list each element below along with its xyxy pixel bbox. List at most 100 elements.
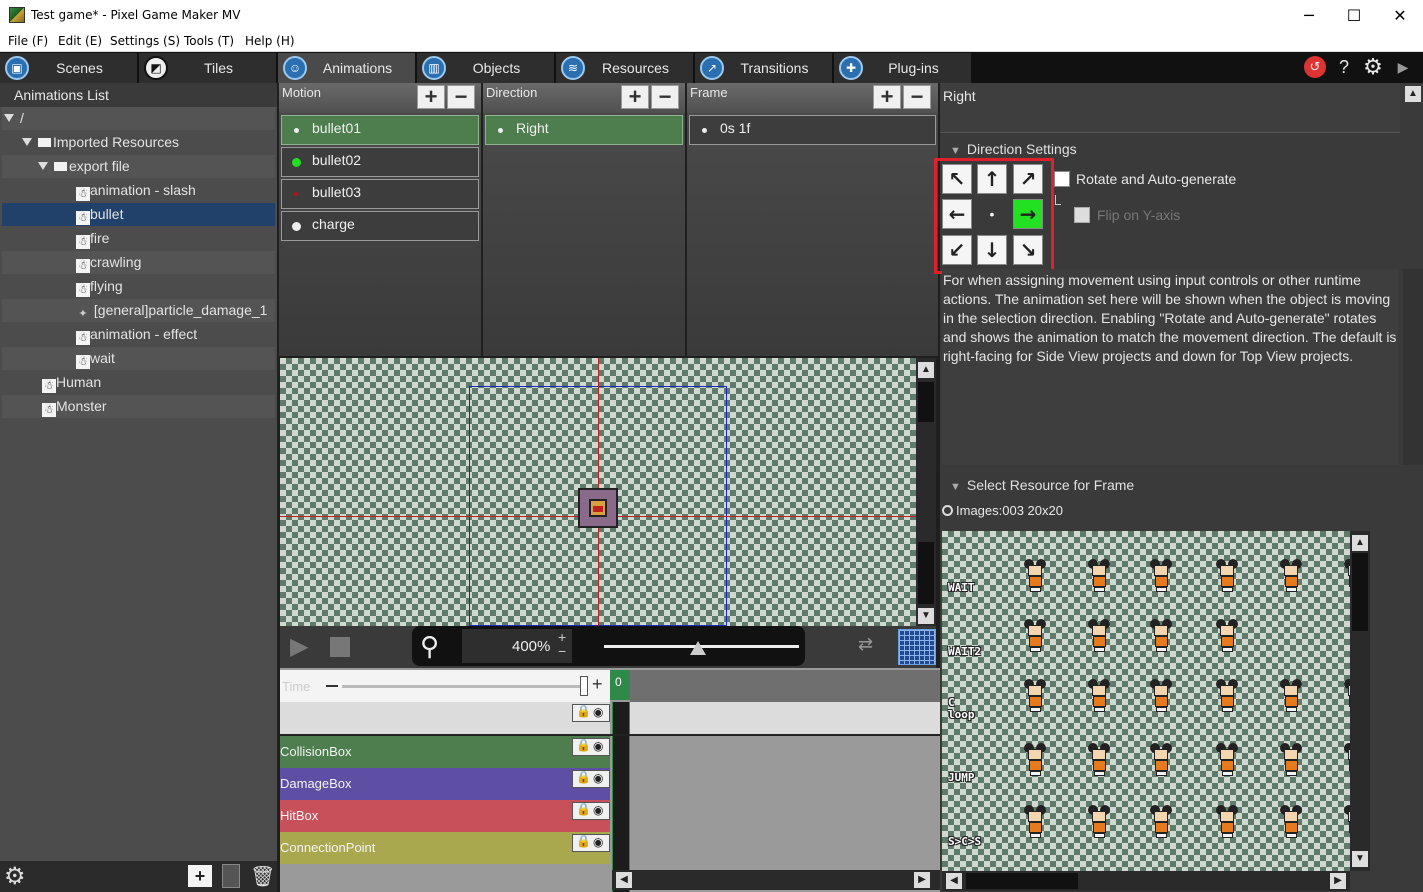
sprite-cell[interactable] [1086, 559, 1112, 593]
time-slider-track[interactable] [342, 685, 584, 688]
direction-down-right-icon[interactable]: ↘ [1013, 235, 1043, 265]
sprite-cell[interactable] [1214, 743, 1240, 777]
sprite-cell[interactable] [1022, 619, 1048, 653]
eye-icon[interactable]: ◉ [593, 739, 603, 753]
lock-icon[interactable]: 🔒 [576, 802, 591, 816]
onion-skin-icon[interactable]: ⇄ [858, 634, 892, 660]
sprite-cell[interactable] [1342, 679, 1350, 713]
scroll-down-icon[interactable]: ▼ [1352, 851, 1368, 867]
rotate-autogenerate-checkbox[interactable] [1054, 171, 1070, 187]
scroll-thumb[interactable] [966, 873, 1078, 889]
time-slider-thumb[interactable] [580, 676, 588, 696]
sprite-cell[interactable] [1086, 805, 1112, 839]
motion-item[interactable]: bullet03 [281, 179, 479, 209]
select-resource-title[interactable]: ▼ Select Resource for Frame [950, 477, 1134, 493]
frame-index-marker[interactable]: 0 [610, 670, 630, 700]
remove-frame-button[interactable]: − [903, 85, 931, 109]
sprite-cell[interactable] [1214, 805, 1240, 839]
eye-icon[interactable]: ◉ [593, 835, 603, 849]
track-hitbox[interactable]: HitBox 🔒 ◉ [280, 800, 610, 832]
lock-icon[interactable]: 🔒 [576, 770, 591, 784]
add-frame-button[interactable]: + [873, 85, 901, 109]
zoom-magnifier-icon[interactable]: ⚲ [420, 631, 439, 661]
trash-icon[interactable]: 🗑 [250, 864, 275, 888]
eye-icon[interactable]: ◉ [593, 803, 603, 817]
menu-help[interactable]: Help (H) [245, 34, 295, 48]
sprite-cell[interactable] [1086, 619, 1112, 653]
tab-objects[interactable]: ▥ Objects [417, 53, 556, 83]
tab-scenes[interactable]: ▣ Scenes [0, 53, 139, 83]
grid-toggle-icon[interactable] [898, 629, 936, 665]
sprite-cell[interactable] [1022, 743, 1048, 777]
sprite-cell[interactable] [1278, 559, 1304, 593]
motion-item[interactable]: charge [281, 211, 479, 241]
tab-tiles[interactable]: ◩ Tiles [139, 53, 278, 83]
play-test-icon[interactable]: ▶ [1392, 56, 1414, 78]
tree-root[interactable]: / [2, 107, 275, 130]
direction-down-icon[interactable]: ↓ [977, 235, 1007, 265]
add-direction-button[interactable]: + [621, 85, 649, 109]
sprite-cell[interactable] [1278, 743, 1304, 777]
sprite-cell[interactable] [1278, 679, 1304, 713]
direction-up-right-icon[interactable]: ↗ [1013, 164, 1043, 194]
remove-motion-button[interactable]: − [447, 85, 475, 109]
tree-item[interactable]: ☃ animation - effect [2, 323, 275, 346]
scroll-up-icon[interactable]: ▲ [1405, 86, 1421, 102]
direction-left-icon[interactable]: ← [942, 199, 972, 229]
lock-eye-toggle[interactable]: 🔒 ◉ [572, 770, 610, 788]
time-minus-icon[interactable] [326, 685, 338, 687]
zoom-out-icon[interactable]: − [558, 643, 566, 659]
undo-icon[interactable]: ↺ [1304, 56, 1326, 78]
sprite-cell[interactable] [1022, 679, 1048, 713]
tree-item-human[interactable]: ☃ Human [2, 371, 275, 394]
direction-up-left-icon[interactable]: ↖ [942, 164, 972, 194]
direction-down-left-icon[interactable]: ↙ [942, 235, 972, 265]
scroll-down-icon[interactable]: ▼ [918, 608, 934, 624]
sprite-cell[interactable] [1214, 619, 1240, 653]
sprite-cell[interactable] [1148, 743, 1174, 777]
direction-right-icon[interactable]: → [1013, 199, 1043, 229]
scroll-left-icon[interactable]: ◀ [616, 872, 632, 888]
lock-eye-toggle[interactable]: 🔒 ◉ [572, 834, 610, 852]
lock-icon[interactable]: 🔒 [576, 738, 591, 752]
sprite-cell[interactable] [1022, 559, 1048, 593]
direction-item[interactable]: Right [485, 115, 683, 145]
tree-item[interactable]: ☃ animation - slash [2, 179, 275, 202]
eye-icon[interactable]: ◉ [593, 705, 603, 719]
sprite-cell[interactable] [1148, 679, 1174, 713]
frame-item[interactable]: 0s 1f [689, 115, 936, 145]
scroll-left-icon[interactable]: ◀ [946, 873, 962, 889]
direction-up-icon[interactable]: ↑ [977, 164, 1007, 194]
scroll-thumb[interactable] [1352, 553, 1368, 631]
tree-folder-imported[interactable]: Imported Resources [2, 131, 275, 154]
flip-y-checkbox[interactable] [1074, 207, 1090, 223]
menu-edit[interactable]: Edit (E) [58, 34, 102, 48]
menu-file[interactable]: File (F) [8, 34, 48, 48]
sprite-cell[interactable] [1148, 805, 1174, 839]
motion-item[interactable]: bullet01 [281, 115, 479, 145]
sprite-cell[interactable] [1086, 743, 1112, 777]
track-connectionpoint[interactable]: ConnectionPoint 🔒 ◉ [280, 832, 610, 864]
add-file-icon[interactable] [222, 864, 240, 888]
collapse-icon[interactable]: ▼ [950, 481, 961, 493]
tab-plugins[interactable]: ✚ Plug-ins [834, 53, 973, 83]
lock-eye-toggle[interactable]: 🔒 ◉ [572, 704, 610, 722]
tree-item[interactable]: ☃ wait [2, 347, 275, 370]
help-icon[interactable]: ? [1333, 56, 1355, 78]
time-plus-icon[interactable]: + [592, 674, 603, 695]
sprite-cell[interactable] [1278, 805, 1304, 839]
menu-tools[interactable]: Tools (T) [184, 34, 234, 48]
tree-item-monster[interactable]: ☃ Monster [2, 395, 275, 418]
sprite-cell[interactable] [1148, 619, 1174, 653]
expand-icon[interactable] [22, 138, 32, 146]
scroll-thumb[interactable] [918, 542, 934, 604]
expand-icon[interactable] [4, 114, 14, 122]
resource-info[interactable]: Images:003 20x20 [942, 503, 1063, 518]
tab-transitions[interactable]: ↗ Transitions [695, 53, 834, 83]
tree-item[interactable]: ✦ [general]particle_damage_1 [2, 299, 275, 322]
play-icon[interactable]: ▶ [290, 634, 308, 660]
lock-icon[interactable]: 🔒 [576, 834, 591, 848]
sprite-cell[interactable] [1342, 559, 1350, 593]
timeline-hscroll[interactable]: ◀ ▶ [612, 870, 940, 890]
tree-item[interactable]: ☃ bullet [2, 203, 275, 226]
